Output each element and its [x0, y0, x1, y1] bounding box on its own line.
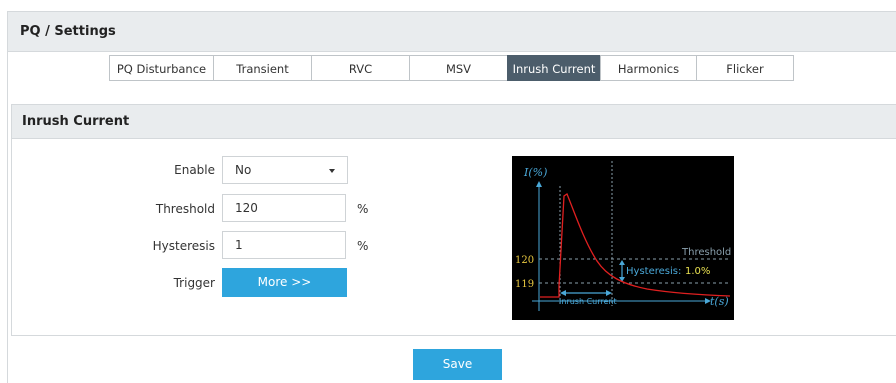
tab-inrush-current[interactable]: Inrush Current: [507, 55, 601, 81]
page-title: PQ / Settings: [8, 12, 896, 52]
inrush-diagram-svg: I(%) t(s) 120 119 Threshold Hysteresis: …: [515, 161, 731, 311]
hysteresis-text: Hysteresis:: [626, 266, 681, 277]
threshold-unit: %: [357, 202, 369, 216]
caret-down-icon: [329, 169, 335, 173]
level-low-label: 119: [515, 279, 534, 290]
hysteresis-input[interactable]: 1: [222, 231, 346, 259]
enable-select-value: No: [235, 163, 252, 177]
trigger-label: Trigger: [173, 276, 215, 290]
tab-msv[interactable]: MSV: [409, 55, 508, 81]
save-button[interactable]: Save: [413, 349, 502, 380]
level-high-label: 120: [515, 255, 534, 266]
inrush-current-panel: Inrush Current: [11, 104, 896, 336]
panel-title: Inrush Current: [12, 105, 896, 139]
tab-pq-disturbance[interactable]: PQ Disturbance: [109, 55, 214, 81]
tab-bar: PQ Disturbance Transient RVC MSV Inrush …: [109, 55, 794, 81]
hysteresis-value: 1.0%: [685, 266, 710, 277]
tab-harmonics[interactable]: Harmonics: [600, 55, 697, 81]
inrush-curve: [540, 193, 731, 298]
tab-transient[interactable]: Transient: [213, 55, 312, 81]
x-axis-label: t(s): [710, 295, 729, 308]
threshold-label: Threshold: [155, 202, 215, 216]
hysteresis-label: Hysteresis: [152, 239, 215, 253]
enable-label: Enable: [174, 163, 215, 177]
inrush-current-text: Inrush Current: [559, 297, 617, 306]
tab-flicker[interactable]: Flicker: [696, 55, 794, 81]
hysteresis-unit: %: [357, 239, 369, 253]
inrush-diagram: I(%) t(s) 120 119 Threshold Hysteresis: …: [512, 156, 734, 320]
threshold-text: Threshold: [681, 247, 731, 258]
y-axis-label: I(%): [523, 166, 547, 179]
threshold-input[interactable]: 120: [222, 194, 346, 222]
tab-rvc[interactable]: RVC: [311, 55, 410, 81]
enable-select[interactable]: No: [222, 156, 348, 184]
trigger-more-button[interactable]: More >>: [222, 268, 347, 297]
